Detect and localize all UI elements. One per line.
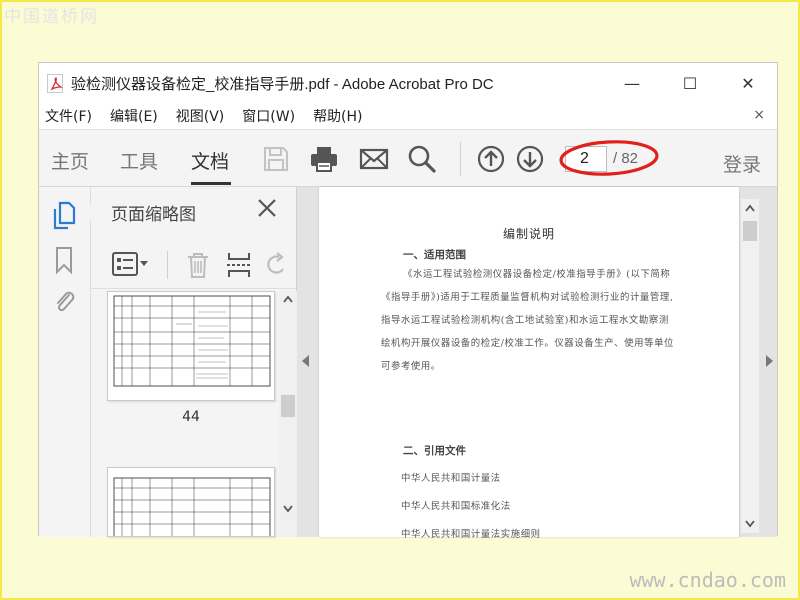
thumbnail-page[interactable]	[107, 467, 275, 537]
thumbnail-toolbar	[91, 239, 296, 289]
doc-paragraph: 《水运工程试验检测仪器设备检定/校准指导手册》(以下简称 《指导手册》)适用于工…	[381, 263, 711, 378]
doc-reference: 中华人民共和国计量法	[401, 473, 501, 484]
panel-tool-separator	[167, 251, 168, 279]
acrobat-window: 验检测仪器设备检定_校准指导手册.pdf - Adobe Acrobat Pro…	[38, 62, 778, 540]
scroll-up-arrow-icon[interactable]	[283, 295, 293, 303]
rotate-page-icon[interactable]	[263, 251, 289, 279]
tab-document[interactable]: 文档	[191, 147, 229, 174]
menu-window[interactable]: 窗口(W)	[242, 106, 295, 126]
doc-paragraph-line: 《水运工程试验检测仪器设备检定/校准指导手册》(以下简称	[403, 269, 671, 280]
window-controls: — ☐ ✕	[603, 63, 777, 103]
menu-file[interactable]: 文件(F)	[45, 106, 92, 126]
menu-view[interactable]: 视图(V)	[176, 106, 225, 126]
tab-tools[interactable]: 工具	[120, 147, 158, 174]
minimize-button[interactable]: —	[603, 63, 661, 103]
scroll-down-arrow-icon[interactable]	[741, 515, 759, 533]
active-tab-indicator	[191, 182, 231, 185]
minimize-icon: —	[624, 73, 640, 93]
document-scrollbar[interactable]	[741, 199, 759, 533]
page-thumbnails-panel: 页面缩略图 44	[83, 187, 297, 537]
maximize-button[interactable]: ☐	[661, 63, 719, 103]
thumbnail-page[interactable]	[107, 291, 275, 401]
document-scroll-thumb[interactable]	[743, 221, 757, 241]
scroll-down-arrow-icon[interactable]	[283, 505, 293, 513]
thumbnail-list[interactable]: 44	[91, 291, 297, 537]
menu-close-button[interactable]: ×	[753, 107, 765, 123]
menu-bar: 文件(F) 编辑(E) 视图(V) 窗口(W) 帮助(H) ×	[39, 103, 777, 129]
doc-section-title: 二、引用文件	[403, 445, 466, 457]
doc-reference: 中华人民共和国标准化法	[401, 501, 511, 512]
doc-heading: 编制说明	[502, 227, 555, 241]
bookmark-icon[interactable]	[51, 245, 77, 275]
maximize-icon: ☐	[682, 73, 698, 93]
close-icon: ✕	[741, 73, 755, 93]
title-bar: 验检测仪器设备检定_校准指导手册.pdf - Adobe Acrobat Pro…	[39, 63, 777, 103]
thumbnail-options-icon[interactable]	[111, 251, 151, 277]
menu-help[interactable]: 帮助(H)	[313, 106, 362, 126]
collapse-left-arrow-icon[interactable]	[302, 355, 309, 367]
scroll-up-arrow-icon[interactable]	[741, 199, 759, 217]
page-up-icon[interactable]	[476, 144, 506, 174]
thumbnail-scroll-thumb[interactable]	[281, 395, 295, 417]
toolbar: 主页 工具 文档 2 / 82 登录	[39, 129, 777, 187]
close-panel-icon[interactable]	[256, 197, 278, 219]
save-icon[interactable]	[261, 144, 291, 174]
watermark-top: 中国道桥网	[4, 7, 99, 27]
doc-section-title: 一、适用范围	[403, 249, 466, 261]
document-view[interactable]: 编制说明 一、适用范围 《水运工程试验检测仪器设备检定/校准指导手册》(以下简称…	[297, 187, 777, 540]
extract-page-icon[interactable]	[225, 251, 253, 279]
thumbnail-table-preview	[113, 295, 271, 387]
login-button[interactable]: 登录	[723, 150, 761, 177]
close-window-button[interactable]: ✕	[719, 63, 777, 103]
pdf-page: 编制说明 一、适用范围 《水运工程试验检测仪器设备检定/校准指导手册》(以下简称…	[319, 187, 739, 540]
attachment-icon[interactable]	[51, 287, 77, 317]
doc-paragraph-line: 可参考使用。	[381, 361, 441, 372]
thumbnail-label: 44	[182, 409, 200, 425]
doc-paragraph-line: 绘机构开展仪器设备的检定/校准工作。仪器设备生产、使用等单位	[381, 338, 675, 349]
tab-home[interactable]: 主页	[51, 147, 89, 174]
navigation-rail	[39, 187, 91, 537]
doc-paragraph-line: 《指导手册》)适用于工程质量监督机构对试验检测行业的计量管理,	[381, 292, 674, 303]
email-icon[interactable]	[359, 144, 389, 174]
thumbnail-scrollbar[interactable]	[279, 291, 297, 537]
doc-paragraph-line: 指导水运工程试验检测机构(含工地试验室)和水运工程水文勘察测	[381, 315, 669, 326]
pdf-file-icon	[47, 73, 63, 93]
thumbnail-table-preview	[113, 477, 271, 536]
panel-title: 页面缩略图	[111, 205, 196, 225]
window-title: 验检测仪器设备检定_校准指导手册.pdf - Adobe Acrobat Pro…	[71, 75, 494, 93]
page-thumbnails-icon[interactable]	[51, 201, 77, 231]
print-icon[interactable]	[309, 144, 339, 174]
delete-page-icon[interactable]	[185, 251, 211, 279]
menu-edit[interactable]: 编辑(E)	[110, 106, 158, 126]
collapse-right-arrow-icon[interactable]	[766, 355, 773, 367]
search-icon[interactable]	[407, 144, 437, 174]
page-down-icon[interactable]	[515, 144, 545, 174]
watermark-bottom: www.cndao.com	[629, 568, 786, 592]
toolbar-separator	[460, 142, 461, 176]
highlight-ellipse	[559, 140, 659, 176]
doc-reference: 中华人民共和国计量法实施细则	[401, 529, 541, 540]
panel-pointer	[83, 205, 91, 221]
